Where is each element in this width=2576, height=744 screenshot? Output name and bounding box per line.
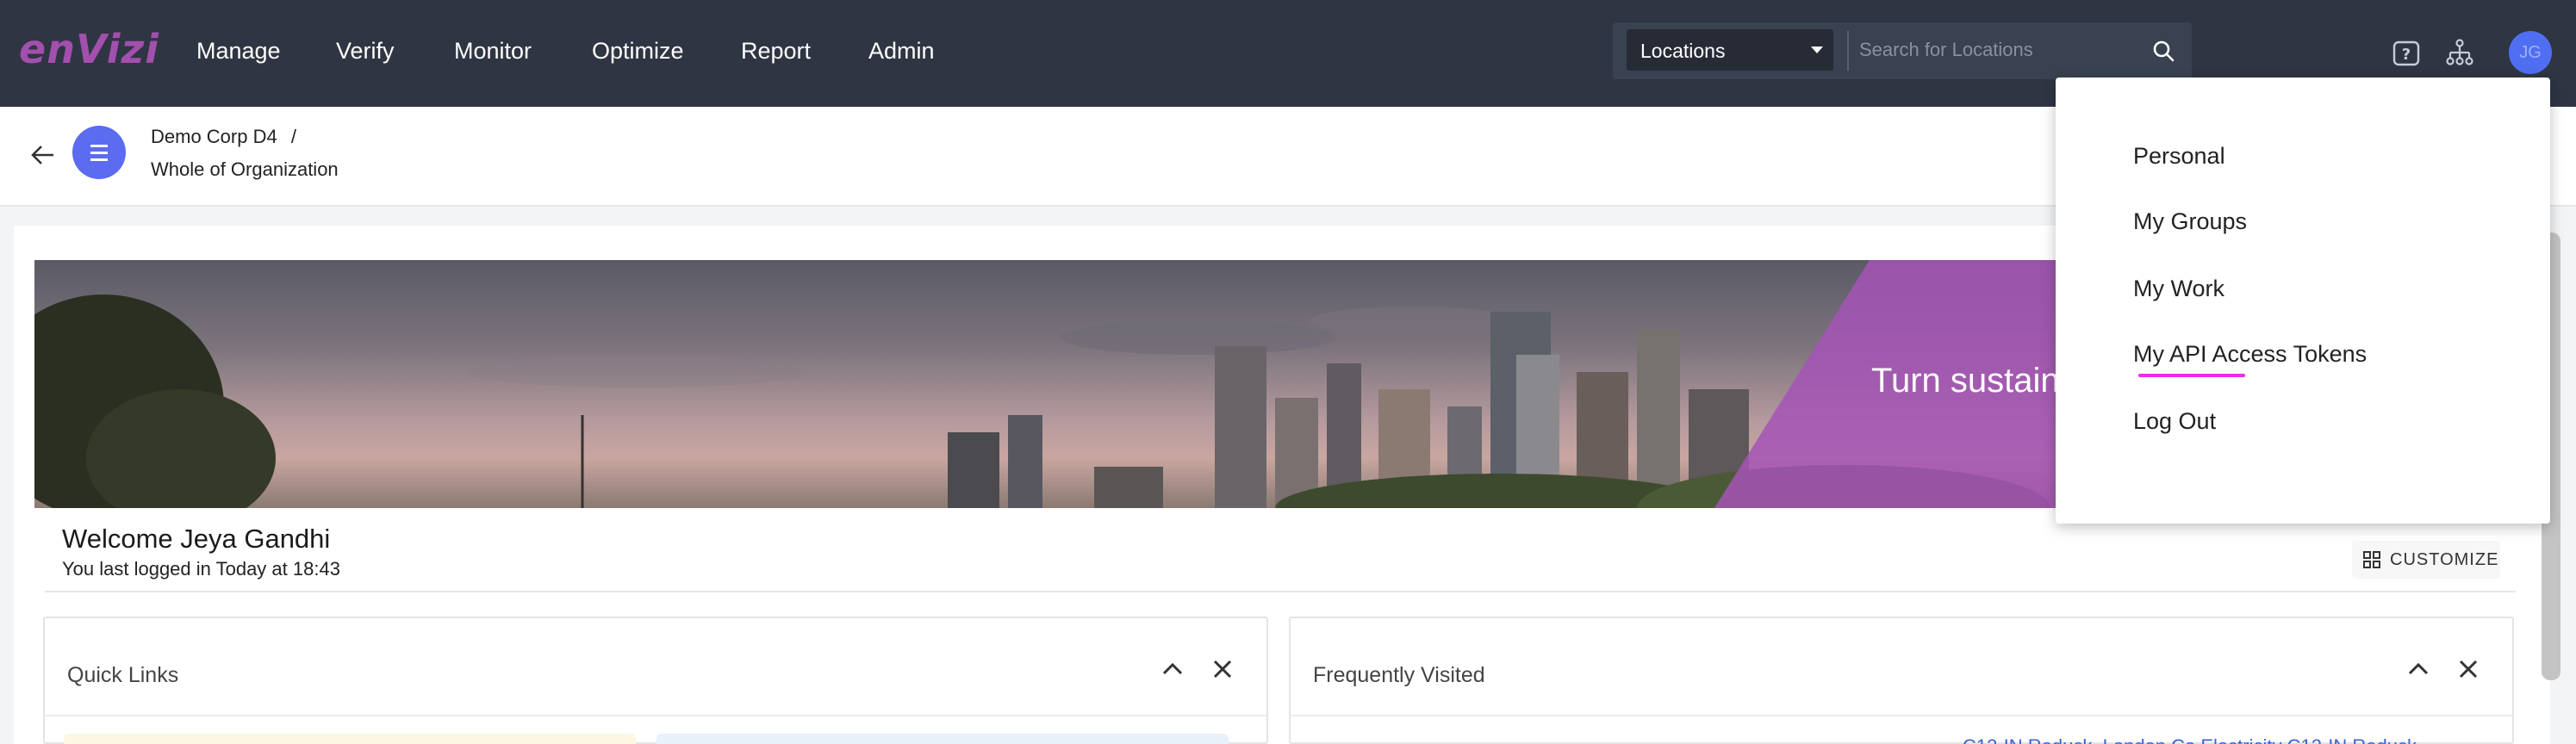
location-type-select[interactable]: Locations xyxy=(1627,29,1833,71)
breadcrumb-parent[interactable]: Demo Corp D4 / xyxy=(151,126,296,148)
welcome-title: Welcome Jeya Gandhi xyxy=(62,524,331,554)
user-menu-dropdown: Personal My Groups My Work My API Access… xyxy=(2056,78,2550,524)
user-avatar[interactable]: JG xyxy=(2509,31,2552,74)
hamburger-menu-button[interactable] xyxy=(72,126,126,179)
customize-label: CUSTOMIZE xyxy=(2390,550,2499,569)
banner-tagline: Turn sustain xyxy=(1871,362,2060,400)
quick-link-tile[interactable] xyxy=(656,734,1229,744)
banner-purple-overlay xyxy=(1714,260,2171,508)
search-icon[interactable] xyxy=(2152,40,2175,62)
quick-links-title: Quick Links xyxy=(67,663,179,687)
help-icon[interactable]: ? xyxy=(2392,38,2421,67)
frequently-visited-card: Frequently Visited C12-IN Reduck, London… xyxy=(1289,617,2514,744)
divider xyxy=(45,715,1266,716)
envizi-logo[interactable]: enVizi xyxy=(19,26,159,72)
nav-monitor[interactable]: Monitor xyxy=(454,38,532,65)
customize-button[interactable]: CUSTOMIZE xyxy=(2352,541,2500,579)
divider xyxy=(1847,31,1849,71)
menu-item-log-out[interactable]: Log Out xyxy=(2133,408,2216,435)
menu-item-personal[interactable]: Personal xyxy=(2133,143,2225,170)
quick-link-tile[interactable] xyxy=(64,734,636,744)
menu-item-my-groups[interactable]: My Groups xyxy=(2133,208,2247,235)
hierarchy-icon[interactable] xyxy=(2445,38,2474,67)
nav-optimize[interactable]: Optimize xyxy=(592,38,684,65)
svg-text:?: ? xyxy=(2402,46,2411,64)
back-arrow-icon[interactable] xyxy=(26,138,60,172)
location-type-value: Locations xyxy=(1640,40,1726,62)
grid-icon xyxy=(2363,551,2380,568)
close-icon[interactable] xyxy=(2454,654,2483,684)
nav-manage[interactable]: Manage xyxy=(196,38,281,65)
caret-down-icon xyxy=(1811,46,1823,53)
collapse-chevron-up-icon[interactable] xyxy=(2404,654,2433,684)
menu-item-my-work[interactable]: My Work xyxy=(2133,276,2224,302)
divider xyxy=(45,591,2516,592)
divider xyxy=(1291,715,2512,716)
menu-item-my-api-access-tokens[interactable]: My API Access Tokens xyxy=(2133,341,2367,368)
breadcrumb-parent-label: Demo Corp D4 xyxy=(151,126,277,147)
nav-verify[interactable]: Verify xyxy=(336,38,395,65)
frequently-visited-link[interactable]: C12-IN Reduck, London Co Electricity C12… xyxy=(1963,735,2417,744)
location-search-input[interactable] xyxy=(1859,29,2135,71)
welcome-banner: Turn sustain xyxy=(34,260,2171,508)
location-search-bar: Locations xyxy=(1613,22,2192,79)
last-login-text: You last logged in Today at 18:43 xyxy=(62,558,340,580)
nav-report[interactable]: Report xyxy=(741,38,811,65)
nav-admin[interactable]: Admin xyxy=(868,38,935,65)
quick-links-card: Quick Links xyxy=(43,617,1268,744)
frequently-visited-title: Frequently Visited xyxy=(1313,663,1485,687)
breadcrumb-current: Whole of Organization xyxy=(151,158,339,180)
collapse-chevron-up-icon[interactable] xyxy=(1158,654,1187,684)
close-icon[interactable] xyxy=(1208,654,1237,684)
breadcrumb-separator: / xyxy=(290,126,296,147)
hover-underline xyxy=(2138,374,2245,377)
